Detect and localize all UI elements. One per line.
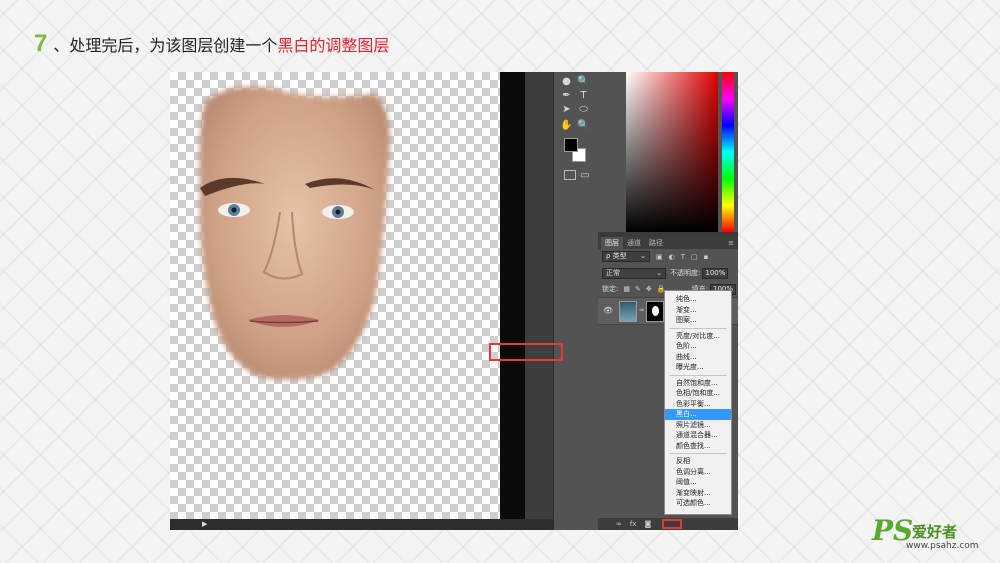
tab-paths[interactable]: 路径: [645, 237, 667, 249]
menu-item-adjustment[interactable]: 亮度/对比度...: [665, 331, 731, 342]
logo-url: www.psahz.com: [906, 541, 979, 551]
add-mask-icon[interactable]: ◙: [644, 520, 651, 528]
menu-item-adjustment[interactable]: 自然饱和度...: [665, 378, 731, 389]
menu-item-adjustment[interactable]: 颜色查找...: [665, 441, 731, 452]
selection-highlight: [489, 343, 563, 361]
menu-item-adjustment[interactable]: 可选颜色...: [665, 498, 731, 509]
toolbox: ● 🔍 ✒ T ➤ ⬭ ✋ 🔍 ▭: [553, 72, 598, 530]
status-arrow-icon[interactable]: ▶: [202, 520, 207, 528]
color-picker-field[interactable]: [626, 72, 718, 232]
menu-item-adjustment[interactable]: 色相/饱和度...: [665, 388, 731, 399]
lock-transparent-icon[interactable]: ▦: [623, 285, 630, 293]
menu-item-adjustment[interactable]: 纯色...: [665, 294, 731, 305]
canvas-border: [500, 72, 525, 519]
right-panels: 图层 通道 路径 ≡ ρ 类型 ⌄ ▣ ◐ T ▢ ▪ 正常 ⌄ 不透明度: 1…: [598, 72, 738, 530]
fx-icon[interactable]: fx: [630, 520, 637, 528]
zoom-tool-icon[interactable]: 🔍: [576, 118, 591, 133]
opacity-label: 不透明度:: [670, 269, 701, 277]
menu-item-adjustment[interactable]: 色阶...: [665, 341, 731, 352]
step-highlight: 黑白的调整图层: [277, 36, 390, 55]
menu-item-adjustment[interactable]: 渐变映射...: [665, 488, 731, 499]
menu-item-adjustment[interactable]: 图案...: [665, 315, 731, 326]
smart-object-filter-icon[interactable]: ▪: [704, 253, 709, 261]
screen-mode-icon[interactable]: ▭: [580, 170, 589, 181]
blend-mode-select[interactable]: 正常 ⌄: [602, 267, 666, 279]
layer-mask-thumbnail[interactable]: [646, 301, 664, 322]
layers-tabs: 图层 通道 路径 ≡: [598, 237, 738, 249]
blend-row: 正常 ⌄ 不透明度: 100%: [602, 267, 736, 279]
menu-item-adjustment[interactable]: 反相: [665, 456, 731, 467]
quick-mask-icon[interactable]: [564, 170, 576, 180]
type-icon[interactable]: T: [576, 88, 591, 103]
document-gutter: [525, 72, 553, 530]
document-canvas[interactable]: [170, 72, 500, 519]
filter-kind-select[interactable]: ρ 类型 ⌄: [602, 251, 650, 262]
step-number: 7: [34, 30, 48, 57]
menu-item-adjustment[interactable]: 照片滤镜...: [665, 420, 731, 431]
chevron-down-icon: ⌄: [656, 268, 662, 277]
lock-paint-icon[interactable]: ✎: [635, 285, 641, 293]
layer-filter-row: ρ 类型 ⌄ ▣ ◐ T ▢ ▪: [598, 250, 738, 263]
logo-name: 爱好者: [912, 523, 958, 541]
tab-layers[interactable]: 图层: [601, 237, 623, 249]
lock-move-icon[interactable]: ✥: [646, 285, 652, 293]
menu-item-adjustment[interactable]: 通道混合器...: [665, 430, 731, 441]
status-bar: ▶: [170, 519, 553, 530]
ellipse-icon[interactable]: ⬭: [576, 102, 591, 117]
tab-channels[interactable]: 通道: [623, 237, 645, 249]
link-layers-icon[interactable]: ∞: [616, 520, 622, 528]
chevron-down-icon: ⌄: [640, 252, 646, 260]
menu-item-adjustment[interactable]: 渐变...: [665, 305, 731, 316]
opacity-input[interactable]: 100%: [702, 267, 729, 279]
step-instruction: 、处理完后，为该图层创建一个: [53, 36, 278, 55]
pen-icon[interactable]: ✒: [559, 88, 574, 103]
menu-separator: [669, 374, 727, 376]
image-filter-icon[interactable]: ▣: [656, 253, 663, 261]
zoom-icon[interactable]: 🔍: [576, 74, 591, 89]
new-adjustment-layer-button[interactable]: [662, 519, 682, 529]
menu-item-adjustment[interactable]: 色调分离...: [665, 467, 731, 478]
photoshop-screenshot: ▶ ● 🔍 ✒ T ➤ ⬭ ✋ 🔍 ▭ 图层 通道 路径 ≡ ρ 类型 ⌄ ▣ …: [170, 72, 738, 530]
blend-mode-value: 正常: [606, 268, 620, 277]
layer-thumbnail: [619, 301, 637, 322]
hand-icon[interactable]: ✋: [559, 118, 574, 133]
menu-item-adjustment[interactable]: 黑白...: [665, 409, 731, 420]
type-filter-icon[interactable]: T: [681, 253, 685, 261]
step-heading: 7 、处理完后，为该图层创建一个 黑白的调整图层: [34, 30, 389, 60]
eye-icon[interactable]: 👁: [603, 306, 613, 315]
hue-slider[interactable]: [722, 72, 734, 232]
menu-item-adjustment[interactable]: 曝光度...: [665, 362, 731, 373]
adjustment-menu: 纯色... 渐变... 图案... 亮度/对比度... 色阶... 曲线... 曝光度...…: [664, 290, 732, 515]
lock-label: 锁定:: [602, 285, 619, 293]
shape-filter-icon[interactable]: ▢: [691, 253, 698, 261]
menu-item-adjustment[interactable]: 色彩平衡...: [665, 399, 731, 410]
filter-kind-label: ρ 类型: [606, 252, 627, 260]
foreground-color-swatch[interactable]: [564, 138, 578, 152]
menu-item-adjustment[interactable]: 曲线...: [665, 352, 731, 363]
menu-item-adjustment[interactable]: 阈值...: [665, 477, 731, 488]
link-icon[interactable]: ∞: [639, 306, 645, 314]
menu-separator: [669, 327, 727, 329]
face-image: [199, 86, 390, 380]
layers-bottom-bar: ∞ fx ◙: [598, 518, 738, 530]
adjustment-filter-icon[interactable]: ◐: [669, 253, 675, 261]
panel-menu-icon[interactable]: ≡: [728, 239, 734, 247]
drop-icon[interactable]: ●: [559, 74, 574, 89]
menu-separator: [669, 453, 727, 454]
path-select-icon[interactable]: ➤: [559, 102, 574, 117]
layers-panel: 图层 通道 路径 ≡ ρ 类型 ⌄ ▣ ◐ T ▢ ▪ 正常 ⌄ 不透明度: 1…: [598, 237, 738, 530]
